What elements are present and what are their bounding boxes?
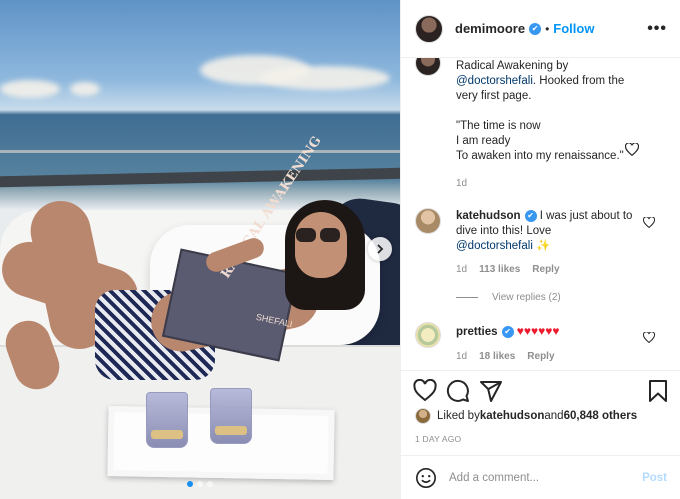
carousel-dot — [197, 481, 203, 487]
sunglasses — [292, 228, 344, 242]
reply-button[interactable]: Reply — [532, 264, 559, 275]
sparkles-icon: ✨ — [536, 240, 551, 252]
avatar[interactable] — [415, 14, 443, 43]
carousel-dot — [187, 481, 193, 487]
post-actions — [401, 370, 680, 410]
comment-mention[interactable]: @doctorshefali — [456, 240, 533, 252]
post-side-panel: demimoore ✔ • Follow ••• Radical Awakeni… — [400, 0, 680, 499]
bookmark-icon[interactable] — [646, 379, 670, 403]
book-author: SHEFALI — [255, 311, 294, 330]
heart-icon[interactable] — [643, 217, 655, 228]
comments-list[interactable]: Radical Awakening by @doctorshefali. Hoo… — [401, 58, 680, 370]
verified-icon: ✔ — [501, 325, 514, 338]
red-hearts-icon: ♥♥♥♥♥♥ — [516, 324, 560, 338]
view-replies-button[interactable]: View replies (2) — [456, 292, 561, 303]
cloud — [260, 66, 390, 90]
comment-username[interactable]: pretties — [456, 326, 498, 338]
comment-icon[interactable] — [446, 379, 470, 403]
glass — [146, 392, 188, 448]
post-time: 1 DAY AGO — [415, 434, 462, 444]
next-photo-button[interactable] — [368, 237, 392, 261]
comment-meta: 1d 113 likes Reply — [456, 264, 560, 275]
likes-summary: Liked by katehudson and 60,848 others — [415, 408, 637, 424]
follow-button[interactable]: Follow — [553, 21, 594, 36]
comment-username[interactable]: katehudson — [456, 210, 521, 222]
face — [295, 212, 347, 278]
comment-likes[interactable]: 18 likes — [479, 351, 515, 362]
comment-likes[interactable]: 113 likes — [479, 264, 520, 275]
cloud — [70, 82, 100, 96]
comment-time: 1d — [456, 264, 468, 275]
caption-text: Radical Awakening by @doctorshefali. Hoo… — [456, 60, 625, 162]
yacht-rail-top — [0, 150, 400, 153]
chevron-right-icon — [377, 244, 384, 254]
more-options-icon[interactable]: ••• — [647, 20, 667, 38]
likes-count[interactable]: 60,848 others — [564, 410, 638, 422]
comment-text: pretties ✔ ♥♥♥♥♥♥ — [456, 324, 646, 340]
add-comment-bar: Post — [401, 455, 680, 499]
reply-button[interactable]: Reply — [527, 351, 554, 362]
verified-icon: ✔ — [529, 22, 542, 35]
avatar[interactable] — [415, 58, 441, 76]
glass — [210, 388, 252, 444]
post-username[interactable]: demimoore — [455, 21, 525, 36]
avatar[interactable] — [415, 408, 431, 424]
avatar[interactable] — [415, 208, 441, 234]
heart-icon[interactable] — [625, 143, 639, 156]
cloud — [0, 80, 60, 98]
comment-meta: 1d 18 likes Reply — [456, 351, 555, 362]
caption-mention[interactable]: @doctorshefali — [456, 75, 533, 87]
comment-input[interactable] — [449, 471, 629, 484]
carousel-dots — [187, 481, 213, 487]
separator-dot: • — [545, 21, 550, 36]
post-button[interactable]: Post — [642, 472, 667, 484]
avatar[interactable] — [415, 322, 441, 348]
heart-icon[interactable] — [643, 332, 655, 343]
carousel-dot — [207, 481, 213, 487]
comment-time: 1d — [456, 351, 468, 362]
liked-by-user[interactable]: katehudson — [480, 410, 545, 422]
share-icon[interactable] — [479, 379, 503, 403]
caption-time: 1d — [456, 178, 468, 189]
post-photo[interactable]: RADICAL AWAKENING SHEFALI — [0, 0, 400, 499]
post-header: demimoore ✔ • Follow ••• — [401, 0, 680, 58]
emoji-icon[interactable] — [415, 467, 437, 489]
verified-icon: ✔ — [524, 209, 537, 222]
heart-icon[interactable] — [413, 379, 437, 403]
yacht-rail — [0, 167, 400, 188]
comment-text: katehudson ✔ I was just about to dive int… — [456, 209, 633, 252]
